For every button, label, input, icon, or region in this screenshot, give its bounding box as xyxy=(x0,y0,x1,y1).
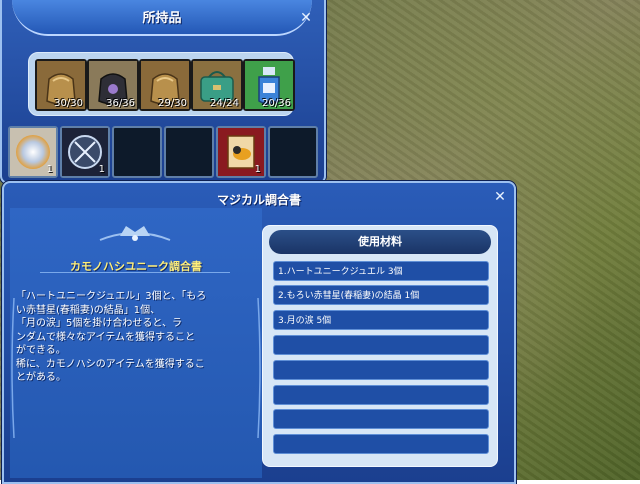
bag-slot-1[interactable]: 30/30 xyxy=(35,59,87,111)
bag-count: 36/36 xyxy=(106,98,135,109)
slot-count: 1 xyxy=(254,164,261,175)
bag-slot-3[interactable]: 29/30 xyxy=(139,59,191,111)
bag-count: 29/30 xyxy=(158,98,187,109)
recipe-window-title: マジカル調合書 xyxy=(216,193,301,207)
item-slot-3[interactable] xyxy=(112,126,162,178)
divider xyxy=(40,272,230,273)
material-row xyxy=(273,409,489,429)
material-row xyxy=(273,360,489,380)
slot-count: 1 xyxy=(46,164,53,175)
crown-ornament-icon xyxy=(99,226,171,241)
materials-panel: 使用材料 1.ハートユニークジュエル 3個 2.もろい赤彗星(春稲妻)の結晶 1… xyxy=(262,225,498,467)
recipe-description: 「ハートユニークジュエル」3個と、「もろ い赤彗星(春稲妻)の結晶」1個、 「月… xyxy=(16,291,207,383)
item-slot-2[interactable]: 1 xyxy=(60,126,110,178)
item-slot-6[interactable] xyxy=(268,126,318,178)
item-slot-1[interactable]: 1 xyxy=(8,126,58,178)
inventory-close-icon[interactable]: ✕ xyxy=(298,10,314,26)
bag-slot-5[interactable]: 20/36 xyxy=(243,59,295,111)
item-slot-5[interactable]: 1 xyxy=(216,126,266,178)
material-row xyxy=(273,434,489,454)
inventory-title: 所持品 xyxy=(142,11,182,26)
material-row xyxy=(273,385,489,405)
materials-header: 使用材料 xyxy=(269,230,491,254)
bag-slot-4[interactable]: 24/24 xyxy=(191,59,243,111)
material-row: 3.月の涙 5個 xyxy=(273,310,489,330)
right-border-ornament xyxy=(257,298,261,438)
bag-count: 24/24 xyxy=(210,98,239,109)
material-row: 1.ハートユニークジュエル 3個 xyxy=(273,261,489,281)
bag-count: 20/36 xyxy=(262,98,291,109)
inventory-header: 所持品 xyxy=(12,0,312,36)
bag-tray: 30/30 36/36 29/30 24/24 20/36 xyxy=(28,52,295,116)
item-slot-4[interactable] xyxy=(164,126,214,178)
inventory-window: 所持品 ✕ 30/30 36/36 29/30 24/24 20/36 1 1 … xyxy=(0,0,326,184)
material-row: 2.もろい赤彗星(春稲妻)の結晶 1個 xyxy=(273,285,489,305)
bag-slot-2[interactable]: 36/36 xyxy=(87,59,139,111)
recipe-book-panel: カモノハシユニーク調合書 「ハートユニークジュエル」3個と、「もろ い赤彗星(春… xyxy=(10,208,262,478)
recipe-close-icon[interactable]: ✕ xyxy=(492,189,508,205)
bag-count: 30/30 xyxy=(54,98,83,109)
material-row xyxy=(273,335,489,355)
slot-count: 1 xyxy=(98,164,105,175)
